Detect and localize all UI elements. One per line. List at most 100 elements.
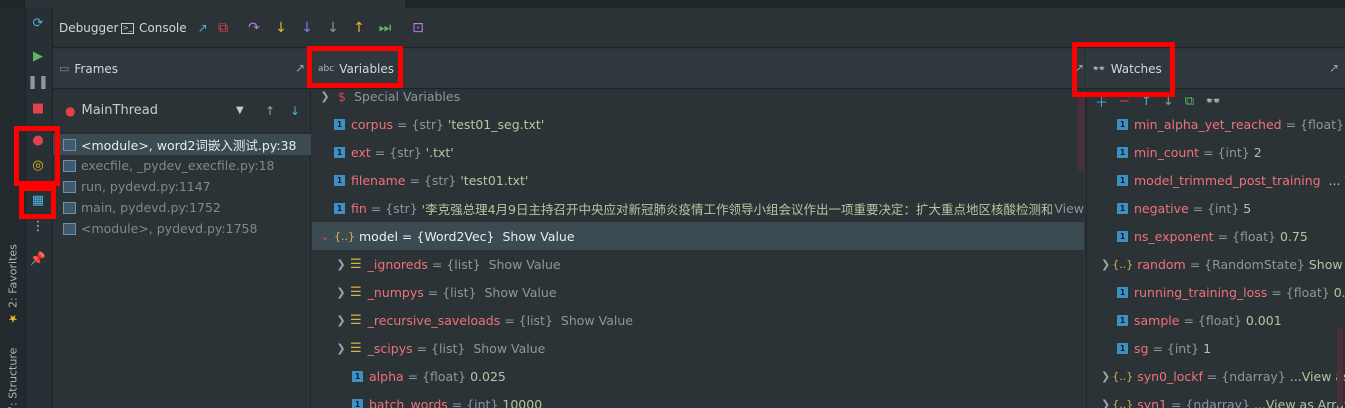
move-up-icon[interactable]: ↑ bbox=[1141, 94, 1152, 109]
chevron-right-icon[interactable]: ❯ bbox=[1101, 258, 1110, 271]
duplicate-watch-icon[interactable]: ⧉ bbox=[1185, 94, 1194, 109]
chevron-right-icon[interactable]: ❯ bbox=[334, 286, 348, 299]
chevron-right-icon[interactable]: ❯ bbox=[334, 314, 348, 327]
add-watch-icon[interactable]: ＋ bbox=[1095, 92, 1108, 111]
primitive-icon: 1 bbox=[1117, 146, 1128, 158]
frame-item[interactable]: main, pydevd.py:1752 bbox=[53, 197, 311, 218]
var-value: 'test01.txt' bbox=[460, 172, 529, 188]
chevron-right-icon[interactable]: ❯ bbox=[334, 258, 348, 271]
variables-expand-icon[interactable]: ↗ bbox=[1074, 61, 1084, 75]
pin-tab-icon[interactable]: 📌 bbox=[27, 248, 49, 270]
frame-item[interactable]: <module>, word2词嵌入测试.py:38 bbox=[53, 134, 311, 155]
var-value: 'test01_seg.txt' bbox=[447, 116, 545, 132]
thread-selector[interactable]: ● MainThread ▼ ↑ ↓ bbox=[53, 89, 311, 133]
watch-row[interactable]: ❯{..}random = {RandomState} Show Value bbox=[1087, 250, 1345, 278]
special-variables-row[interactable]: ❯ $ Special Variables bbox=[312, 89, 1084, 110]
frame-item[interactable]: execfile, _pydev_execfile.py:18 bbox=[53, 155, 311, 176]
variable-row[interactable]: 1 corpus = {str} 'test01_seg.txt' bbox=[312, 110, 1084, 138]
watch-row[interactable]: 1 sg = {int} 1 bbox=[1087, 334, 1345, 362]
watches-scrollbar[interactable] bbox=[1337, 327, 1343, 407]
next-frame-icon[interactable]: ↓ bbox=[290, 104, 300, 118]
step-into-my-code-icon[interactable]: ↓ bbox=[297, 18, 317, 38]
chevron-right-icon[interactable]: ❯ bbox=[318, 90, 332, 103]
rerun-icon[interactable]: ⟳ bbox=[27, 12, 49, 34]
step-into-icon[interactable]: ↓ bbox=[271, 18, 291, 38]
more-options-icon[interactable]: ⋮ bbox=[27, 215, 49, 237]
variable-row[interactable]: ❯ ☰ _numpys = {list} Show Value bbox=[312, 278, 1084, 306]
watch-value: 0.0 bbox=[1333, 284, 1345, 300]
watch-value: 0.001 bbox=[1245, 312, 1282, 328]
view-link[interactable]: View bbox=[1054, 201, 1084, 216]
watch-row[interactable]: 1min_alpha_yet_reached = {float} 0.025 bbox=[1087, 110, 1345, 138]
tab-debugger-label: Debugger bbox=[59, 21, 119, 35]
variable-row[interactable]: 1 fin = {str} '李克强总理4月9日主持召开中央应对新冠肺炎疫情工作… bbox=[312, 194, 1084, 222]
step-over-icon[interactable]: ↷ bbox=[244, 18, 264, 38]
view-breakpoints-icon[interactable]: ● bbox=[27, 129, 49, 151]
model-row[interactable]: ⌄ {..} model = {Word2Vec} Show Value bbox=[312, 222, 1084, 250]
debugger-toolbar: Debugger >_ Console ↗ ⧉ ↷ ↓ ↓ ↓ ↑ ⏭ ⊡ bbox=[53, 8, 1345, 48]
run-to-cursor-icon[interactable]: ⏭ bbox=[375, 18, 395, 38]
watch-row[interactable]: 1 ns_exponent = {float} 0.75 bbox=[1087, 222, 1345, 250]
show-value-link[interactable]: Show Value bbox=[503, 229, 575, 244]
tab-console[interactable]: >_ Console ↗ bbox=[121, 18, 208, 38]
active-editor-tab[interactable] bbox=[25, 0, 405, 8]
watch-row[interactable]: ❯{..}syn0_lockf = {ndarray} ...View as A… bbox=[1087, 362, 1345, 390]
show-value-link[interactable]: Show Value bbox=[473, 341, 545, 356]
var-value: '李克强总理4月9日主持召开中央应对新冠肺炎疫情工作领导小组会议作出一项重要决定… bbox=[421, 201, 1053, 217]
watch-row[interactable]: ❯ {..} syn1 = {ndarray} ...View as Array bbox=[1087, 390, 1345, 408]
variable-row[interactable]: ❯ ☰ _recursive_saveloads = {list} Show V… bbox=[312, 306, 1084, 334]
watch-row[interactable]: 1 sample = {float} 0.001 bbox=[1087, 306, 1345, 334]
move-down-icon[interactable]: ↓ bbox=[1163, 94, 1174, 109]
mute-breakpoints-icon[interactable]: ◎ bbox=[27, 154, 49, 176]
watches-title: Watches bbox=[1110, 61, 1162, 76]
console-expand-arrow-icon[interactable]: ↗ bbox=[198, 21, 208, 35]
show-value-link[interactable]: Show Value bbox=[561, 313, 633, 328]
thread-status-icon: ● bbox=[65, 103, 76, 118]
restore-layout-icon[interactable]: ▦ bbox=[27, 189, 49, 211]
tab-debugger[interactable]: Debugger bbox=[59, 18, 118, 38]
structure-side-tab[interactable]: 7: Structure bbox=[3, 333, 23, 408]
watch-row[interactable]: 1 model_trimmed_post_training ... View bbox=[1087, 166, 1345, 194]
var-type: = {list} bbox=[416, 340, 466, 356]
frame-item[interactable]: <module>, pydevd.py:1758 bbox=[53, 218, 311, 239]
favorites-star-icon: ★ bbox=[6, 312, 20, 325]
pause-icon[interactable]: ❚❚ bbox=[27, 71, 49, 93]
frames-expand-icon[interactable]: ↗ bbox=[295, 61, 305, 75]
previous-frame-icon[interactable]: ↑ bbox=[265, 104, 275, 118]
variable-row[interactable]: 1 ext = {str} '.txt' bbox=[312, 138, 1084, 166]
primitive-icon: 1 bbox=[334, 146, 345, 158]
stop-icon[interactable]: ■ bbox=[27, 97, 49, 119]
frame-item[interactable]: run, pydevd.py:1147 bbox=[53, 176, 311, 197]
watches-expand-icon[interactable]: ↗ bbox=[1329, 61, 1339, 75]
chevron-down-icon[interactable]: ⌄ bbox=[318, 230, 332, 243]
remove-watch-icon[interactable]: − bbox=[1119, 94, 1130, 109]
variable-row[interactable]: ❯ ☰ _ignoreds = {list} Show Value bbox=[312, 250, 1084, 278]
watch-row[interactable]: 1 min_count = {int} 2 bbox=[1087, 138, 1345, 166]
variable-row[interactable]: 1 filename = {str} 'test01.txt' bbox=[312, 166, 1084, 194]
chevron-down-icon[interactable]: ▼ bbox=[236, 105, 244, 116]
variable-row[interactable]: ❯ ☰ _scipys = {list} Show Value bbox=[312, 334, 1084, 362]
variable-row[interactable]: 1 alpha = {float} 0.025 bbox=[312, 362, 1084, 390]
watch-row[interactable]: 1 running_training_loss = {float} 0.0 bbox=[1087, 278, 1345, 306]
step-out-icon[interactable]: ↑ bbox=[349, 18, 369, 38]
watch-type: = {float} bbox=[1217, 228, 1276, 244]
show-value-link[interactable]: Show Value bbox=[484, 285, 556, 300]
chevron-right-icon[interactable]: ❯ bbox=[334, 342, 348, 355]
watch-type: = {ndarray} bbox=[1206, 368, 1286, 384]
variables-scrollbar[interactable] bbox=[1078, 94, 1084, 172]
favorites-side-tab[interactable]: ★ 2: Favorites bbox=[3, 235, 23, 325]
evaluate-expression-icon[interactable]: ⊡ bbox=[408, 18, 428, 38]
force-step-into-icon[interactable]: ↓ bbox=[323, 18, 343, 38]
watch-name: syn0_lockf bbox=[1137, 368, 1203, 384]
show-execution-point-icon[interactable]: ⧉ bbox=[213, 18, 233, 38]
variable-row[interactable]: 1 batch_words = {int} 10000 bbox=[312, 390, 1084, 408]
structure-label: 7: Structure bbox=[6, 347, 20, 408]
primitive-icon: 1 bbox=[334, 174, 345, 186]
watch-row[interactable]: 1 negative = {int} 5 bbox=[1087, 194, 1345, 222]
chevron-right-icon[interactable]: ❯ bbox=[1101, 398, 1110, 408]
var-name: alpha bbox=[369, 368, 404, 384]
show-value-link[interactable]: Show Value bbox=[489, 257, 561, 272]
show-watches-glasses-icon[interactable]: 👓 bbox=[1205, 94, 1221, 109]
resume-icon[interactable]: ▶ bbox=[27, 45, 49, 67]
chevron-right-icon[interactable]: ❯ bbox=[1101, 370, 1110, 383]
